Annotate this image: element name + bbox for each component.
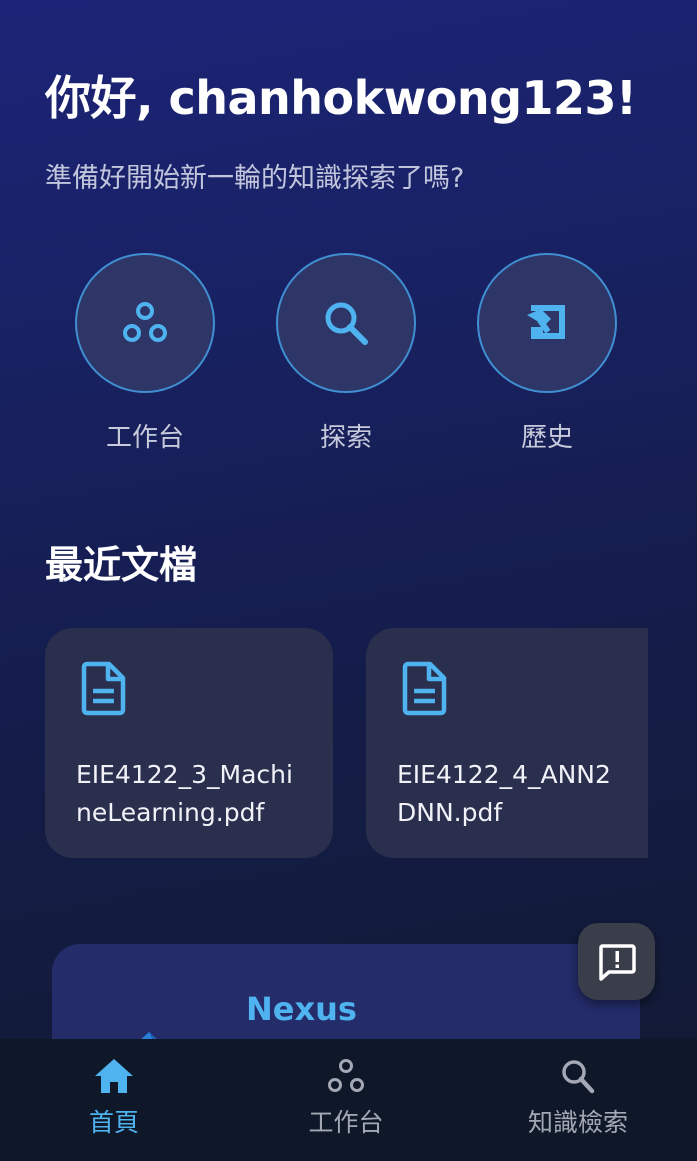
nav-item-home[interactable]: 首頁 (14, 1057, 214, 1139)
quick-action-label: 歷史 (520, 423, 573, 453)
nexus-title: Nexus (246, 990, 357, 1028)
quick-action-history[interactable]: 歷史 (477, 253, 617, 454)
document-icon (79, 660, 129, 720)
nav-label: 首頁 (88, 1108, 139, 1137)
document-card[interactable]: EIE4122_3_MachineLearning.pdf (45, 628, 333, 858)
search-icon[interactable] (276, 253, 416, 393)
greeting-title: 你好, chanhokwong123! (45, 71, 637, 125)
quick-action-label: 探索 (319, 423, 372, 453)
document-name: EIE4122_4_ANN2DNN.pdf (397, 760, 611, 827)
recent-documents-title: 最近文檔 (45, 543, 198, 587)
document-icon (400, 660, 450, 720)
quick-action-explore[interactable]: 探索 (276, 253, 416, 454)
workspace-icon (328, 1059, 364, 1092)
document-name: EIE4122_3_MachineLearning.pdf (76, 760, 293, 827)
greeting-subtitle: 準備好開始新一輪的知識探索了嗎? (45, 163, 465, 194)
document-card[interactable]: EIE4122_4_ANN2DNN.pdf (366, 628, 648, 858)
quick-action-workspace[interactable]: 工作台 (75, 253, 215, 454)
history-icon[interactable] (477, 253, 617, 393)
workspace-icon[interactable] (75, 253, 215, 393)
nav-label: 知識檢索 (527, 1108, 628, 1137)
bottom-navigation: 首頁 工作台 知識檢索 (0, 1039, 697, 1161)
nav-item-workspace[interactable]: 工作台 (246, 1057, 446, 1139)
feedback-icon (598, 943, 636, 981)
search-icon (562, 1060, 595, 1094)
nav-label: 工作台 (308, 1108, 384, 1137)
quick-action-label: 工作台 (105, 423, 184, 453)
nav-item-knowledge-search[interactable]: 知識檢索 (478, 1057, 678, 1139)
home-icon (95, 1059, 133, 1093)
feedback-button[interactable] (578, 923, 655, 1000)
